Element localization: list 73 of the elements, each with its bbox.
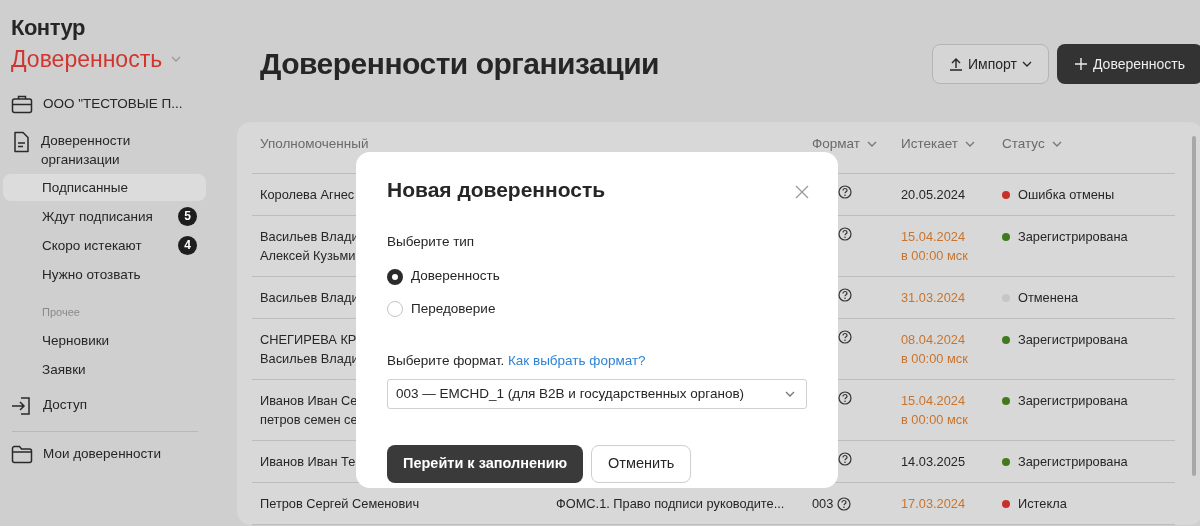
status-label: Ошибка отмены (1018, 186, 1115, 205)
table-cell-text: Алексей Кузьми (260, 247, 356, 266)
close-icon[interactable] (795, 185, 809, 199)
status-label: Зарегистрирована (1018, 228, 1128, 247)
table-cell-text: Иванов Иван Те (260, 453, 356, 472)
column-header[interactable]: Истекает (901, 134, 958, 155)
help-link[interactable]: Как выбрать формат? (507, 352, 646, 368)
brand-name: Контур (11, 14, 86, 42)
sidebar-item[interactable]: Подписанные (3, 174, 206, 201)
expiry-date: 17.03.2024 (901, 495, 967, 514)
table-cell-text: 003 (812, 495, 834, 514)
document-icon (11, 131, 31, 153)
expiry-time: в 00:00 мск (901, 350, 969, 369)
import-button[interactable]: Импорт (932, 44, 1049, 84)
table-cell-text: Иванов Иван Се (260, 392, 358, 411)
expiry-date: 15.04.2024 (901, 392, 967, 411)
expiry-date: 20.05.2024 (901, 186, 967, 205)
count-badge: 4 (178, 236, 197, 255)
status-label: Зарегистрирована (1018, 331, 1128, 350)
expiry-time: в 00:00 мск (901, 411, 969, 430)
upload-icon (949, 57, 963, 71)
column-header[interactable]: Уполномоченный (260, 134, 369, 155)
folder-icon (11, 443, 33, 464)
sidebar-item[interactable]: Ждут подписания 5 (3, 203, 206, 230)
field-label: Выберите тип (387, 233, 476, 252)
chevron-down-icon (1021, 59, 1032, 69)
status-label: Отменена (1018, 289, 1079, 308)
chevron-down-icon (170, 54, 183, 64)
table-cell-text: Королева Агнес (260, 186, 355, 205)
briefcase-icon (11, 94, 33, 114)
expiry-date: 15.04.2024 (901, 228, 967, 247)
status-label: Зарегистрирована (1018, 453, 1128, 472)
table-cell-text: ФОМС.1. Право подписи руководите... (556, 495, 785, 514)
radio-label: Передоверие (411, 299, 496, 318)
cancel-button[interactable]: Отменить (591, 445, 692, 484)
expiry-date: 14.03.2025 (901, 453, 967, 472)
help-icon (838, 227, 852, 242)
create-button[interactable]: Доверенность (1056, 44, 1200, 84)
page-title: Доверенности организации (260, 46, 660, 82)
sidebar-item[interactable]: Мои доверенности (43, 443, 162, 463)
status-label: Зарегистрирована (1018, 392, 1128, 411)
help-icon (838, 391, 852, 406)
login-icon (11, 394, 33, 417)
plus-icon (1074, 58, 1087, 70)
sidebar-item[interactable]: Доверенности организации (41, 131, 161, 169)
format-select[interactable]: 003 — EMCHD_1 (для B2B и государственных органов) (387, 379, 807, 410)
sidebar-item[interactable]: Нужно отозвать (3, 261, 206, 288)
count-badge: 5 (178, 207, 197, 226)
help-icon (838, 288, 852, 303)
radio-label: Доверенность (411, 267, 500, 286)
table-cell-text: Петров Сергей Семенович (260, 495, 420, 514)
sidebar-item[interactable]: Заявки (3, 355, 206, 383)
help-icon (838, 330, 852, 345)
submit-button[interactable]: Перейти к заполнению (387, 445, 584, 484)
status-label: Истекла (1018, 495, 1067, 514)
column-header[interactable]: Статус (1002, 134, 1045, 155)
expiry-date: 31.03.2024 (901, 289, 967, 308)
sidebar-item[interactable]: Черновики (3, 326, 206, 354)
table-cell-text: СНЕГИРЕВА КР (260, 331, 357, 350)
sidebar-item[interactable]: Скоро истекают 4 (3, 232, 206, 259)
help-icon (838, 185, 852, 200)
radio-button[interactable] (387, 268, 403, 285)
field-label: Выберите формат. (387, 352, 506, 368)
sidebar-item[interactable]: Доступ (43, 394, 87, 414)
dialog-title: Новая доверенность (387, 177, 606, 203)
help-icon (837, 496, 852, 511)
column-header[interactable]: Формат (812, 134, 860, 155)
section-caption: Прочее (41, 305, 81, 320)
help-icon (838, 452, 852, 467)
scrollbar[interactable] (1192, 136, 1196, 476)
expiry-date: 08.04.2024 (901, 331, 967, 350)
expiry-time: в 00:00 мск (901, 247, 969, 266)
sidebar-item[interactable]: ООО "ТЕСТОВЫЕ П... (43, 94, 183, 113)
